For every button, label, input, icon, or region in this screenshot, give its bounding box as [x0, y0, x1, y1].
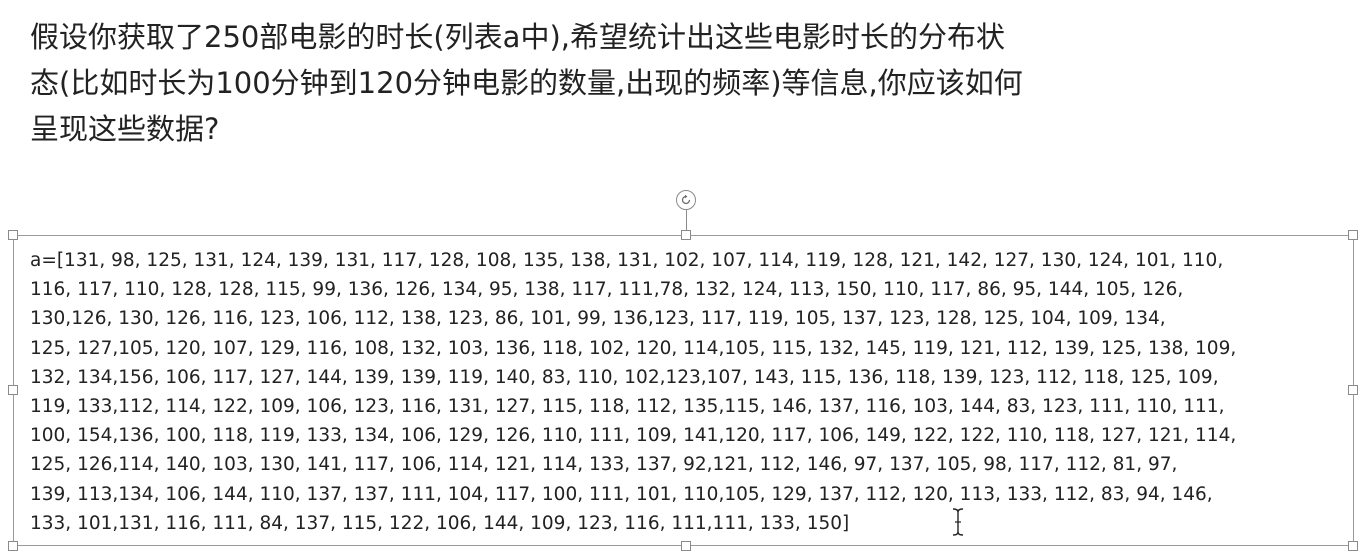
resize-handle-bottom-right[interactable] — [1348, 541, 1358, 551]
rotate-handle-stem — [686, 210, 687, 231]
resize-handle-top-left[interactable] — [8, 230, 18, 240]
data-line: 133, 101,131, 116, 111, 84, 137, 115, 12… — [30, 512, 850, 534]
data-line: 125, 127,105, 120, 107, 129, 116, 108, 1… — [30, 337, 1237, 359]
resize-handle-middle-left[interactable] — [8, 385, 18, 395]
rotate-arrow-glyph — [681, 194, 691, 205]
resize-handle-top-right[interactable] — [1348, 230, 1358, 240]
question-line: 假设你获取了250部电影的时长(列表a中),希望统计出这些电影时长的分布状 — [30, 20, 1005, 54]
resize-handle-bottom-center[interactable] — [681, 541, 691, 551]
data-line: 100, 154,136, 100, 118, 119, 133, 134, 1… — [30, 425, 1237, 447]
question-line: 态(比如时长为100分钟到120分钟电影的数量,出现的频率)等信息,你应该如何 — [30, 66, 1023, 100]
data-line: 125, 126,114, 140, 103, 130, 141, 117, 1… — [30, 454, 1178, 476]
data-line: 132, 134,156, 106, 117, 127, 144, 139, 1… — [30, 366, 1219, 388]
data-line: 116, 117, 110, 128, 128, 115, 99, 136, 1… — [30, 279, 1184, 301]
text-box-content[interactable]: a=[131, 98, 125, 131, 124, 139, 131, 117… — [30, 246, 1350, 538]
data-line: 119, 133,112, 114, 122, 109, 106, 123, 1… — [30, 396, 1225, 418]
data-line: 130,126, 130, 126, 116, 123, 106, 112, 1… — [30, 308, 1166, 330]
question-text: 假设你获取了250部电影的时长(列表a中),希望统计出这些电影时长的分布状 态(… — [30, 14, 1230, 152]
rotate-handle-icon[interactable] — [676, 190, 696, 210]
data-line: 139, 113,134, 106, 144, 110, 137, 137, 1… — [30, 483, 1213, 505]
resize-handle-bottom-left[interactable] — [8, 541, 18, 551]
text-cursor-icon — [952, 508, 964, 536]
resize-handle-top-center[interactable] — [681, 230, 691, 240]
data-line: a=[131, 98, 125, 131, 124, 139, 131, 117… — [30, 250, 1224, 271]
question-line: 呈现这些数据? — [30, 112, 220, 146]
